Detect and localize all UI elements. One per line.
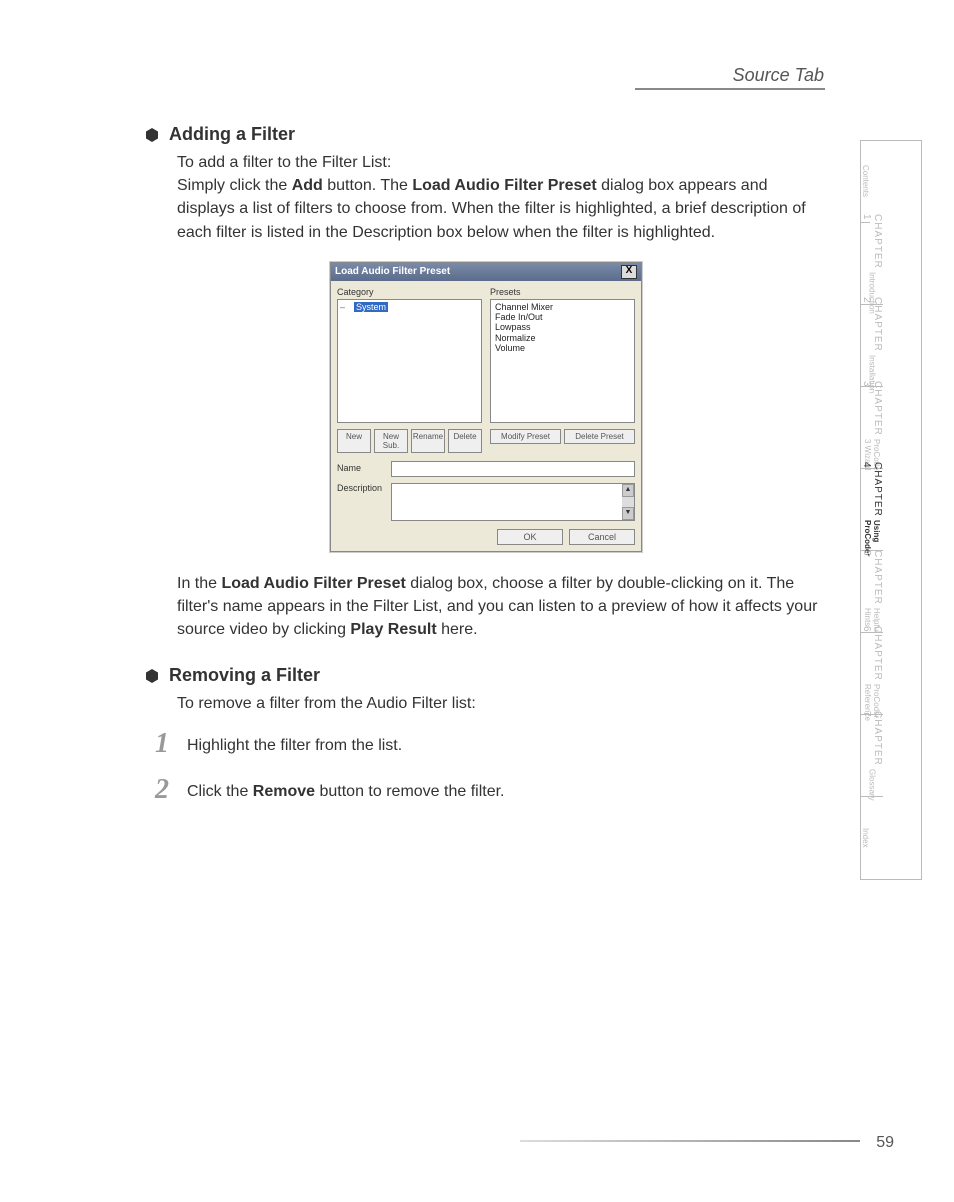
preset-button-row: Modify Preset Delete Preset <box>490 429 635 444</box>
bold-text: Play Result <box>350 621 436 638</box>
text: here. <box>437 621 478 638</box>
body-paragraph: In the Load Audio Filter Preset dialog b… <box>177 572 825 642</box>
hexagon-bullet-icon <box>145 669 159 683</box>
description-textarea[interactable]: ▲ ▼ <box>391 483 635 521</box>
dialog-titlebar: Load Audio Filter Preset X <box>331 263 641 281</box>
preset-item[interactable]: Channel Mixer <box>493 302 632 312</box>
tab-sub-label: Contents <box>861 165 870 197</box>
dialog-title-text: Load Audio Filter Preset <box>335 266 450 277</box>
dialog-action-row: OK Cancel <box>337 529 635 545</box>
scrollbar[interactable]: ▲ ▼ <box>622 484 634 520</box>
text: In the <box>177 575 221 592</box>
tab-chapter-label: CHAPTER 7 <box>861 711 883 766</box>
delete-button[interactable]: Delete <box>448 429 482 453</box>
text: Simply click the <box>177 177 292 194</box>
chapter-tabs: ContentsCHAPTER 1IntroductionCHAPTER 2In… <box>860 140 922 880</box>
dialog-screenshot: Load Audio Filter Preset X Category –Sys… <box>330 262 640 552</box>
ok-button[interactable]: OK <box>497 529 563 545</box>
name-field[interactable] <box>391 461 635 477</box>
chapter-tab[interactable]: CHAPTER 2Installation <box>861 305 883 387</box>
name-row: Name <box>337 461 635 477</box>
presets-column: Presets Channel Mixer Fade In/Out Lowpas… <box>490 287 635 453</box>
modify-preset-button[interactable]: Modify Preset <box>490 429 561 444</box>
tab-sub-label: Index <box>861 828 870 848</box>
main-content: Adding a Filter To add a filter to the F… <box>145 120 825 822</box>
section-title: Adding a Filter <box>169 124 295 145</box>
bold-text: Remove <box>253 783 315 800</box>
step-number: 1 <box>145 730 169 758</box>
presets-label: Presets <box>490 287 635 297</box>
scroll-down-icon[interactable]: ▼ <box>622 507 634 520</box>
chapter-tab[interactable]: CHAPTER 3ProCoder 3 Wizard <box>861 387 883 469</box>
document-page: Source Tab Adding a Filter To add a filt… <box>0 0 954 1202</box>
body-paragraph: To remove a filter from the Audio Filter… <box>177 692 825 715</box>
preset-item[interactable]: Lowpass <box>493 322 632 332</box>
delete-preset-button[interactable]: Delete Preset <box>564 429 635 444</box>
list-item: 1 Highlight the filter from the list. <box>145 730 825 758</box>
new-sub-button[interactable]: New Sub. <box>374 429 408 453</box>
tab-chapter-label: CHAPTER 5 <box>861 550 883 605</box>
tab-chapter-label: CHAPTER 1 <box>861 214 883 269</box>
description-row: Description ▲ ▼ <box>337 483 635 521</box>
step-number: 2 <box>145 776 169 804</box>
preset-item[interactable]: Fade In/Out <box>493 312 632 322</box>
text: Click the <box>187 783 253 800</box>
cancel-button[interactable]: Cancel <box>569 529 635 545</box>
category-column: Category –System New New Sub. Rename Del… <box>337 287 482 453</box>
section-heading-removing-filter: Removing a Filter <box>145 665 825 686</box>
step-text: Highlight the filter from the list. <box>187 730 402 757</box>
chapter-tab[interactable]: Contents <box>861 141 870 223</box>
tab-chapter-label: CHAPTER 2 <box>861 297 883 352</box>
footer-rule <box>520 1140 860 1142</box>
text: To add a filter to the Filter List: <box>177 154 391 171</box>
bold-text: Load Audio Filter Preset <box>412 177 596 194</box>
hexagon-bullet-icon <box>145 128 159 142</box>
category-tree[interactable]: –System <box>337 299 482 423</box>
section-title: Removing a Filter <box>169 665 320 686</box>
text: button to remove the filter. <box>315 783 504 800</box>
page-number: 59 <box>876 1134 894 1152</box>
chapter-tab[interactable]: CHAPTER 5Helpful Hints <box>861 551 883 633</box>
bold-text: Add <box>292 177 323 194</box>
tree-item-system[interactable]: System <box>354 302 388 312</box>
numbered-list: 1 Highlight the filter from the list. 2 … <box>145 730 825 804</box>
list-item: 2 Click the Remove button to remove the … <box>145 776 825 804</box>
tab-chapter-label: CHAPTER 6 <box>861 626 883 681</box>
category-label: Category <box>337 287 482 297</box>
bold-text: Load Audio Filter Preset <box>221 575 405 592</box>
category-button-row: New New Sub. Rename Delete <box>337 429 482 453</box>
chapter-tab[interactable]: Index <box>861 797 870 879</box>
close-icon[interactable]: X <box>621 265 637 279</box>
chapter-tab[interactable]: CHAPTER 1Introduction <box>861 223 883 305</box>
chapter-tab[interactable]: CHAPTER 7Glossary <box>861 715 883 797</box>
header-underline <box>635 88 825 90</box>
body-paragraph: To add a filter to the Filter List: Simp… <box>177 151 825 244</box>
presets-list[interactable]: Channel Mixer Fade In/Out Lowpass Normal… <box>490 299 635 423</box>
section-heading-adding-filter: Adding a Filter <box>145 124 825 145</box>
preset-item[interactable]: Normalize <box>493 333 632 343</box>
tree-dash-icon: – <box>340 302 345 312</box>
name-label: Name <box>337 463 385 473</box>
tab-chapter-label: CHAPTER 4 <box>861 462 883 517</box>
load-audio-filter-preset-dialog: Load Audio Filter Preset X Category –Sys… <box>330 262 642 552</box>
new-button[interactable]: New <box>337 429 371 453</box>
description-label: Description <box>337 483 385 493</box>
page-header-title: Source Tab <box>733 65 824 86</box>
text: button. The <box>323 177 413 194</box>
scroll-up-icon[interactable]: ▲ <box>622 484 634 497</box>
dialog-body: Category –System New New Sub. Rename Del… <box>331 281 641 551</box>
chapter-tab[interactable]: CHAPTER 6ProCoder Reference <box>861 633 883 715</box>
preset-item[interactable]: Volume <box>493 343 632 353</box>
tab-chapter-label: CHAPTER 3 <box>861 381 883 436</box>
step-text: Click the Remove button to remove the fi… <box>187 776 504 803</box>
chapter-tab[interactable]: CHAPTER 4Using ProCoder <box>861 469 883 551</box>
rename-button[interactable]: Rename <box>411 429 445 453</box>
tab-sub-label: Glossary <box>868 769 877 801</box>
text: Highlight the filter from the list. <box>187 737 402 754</box>
